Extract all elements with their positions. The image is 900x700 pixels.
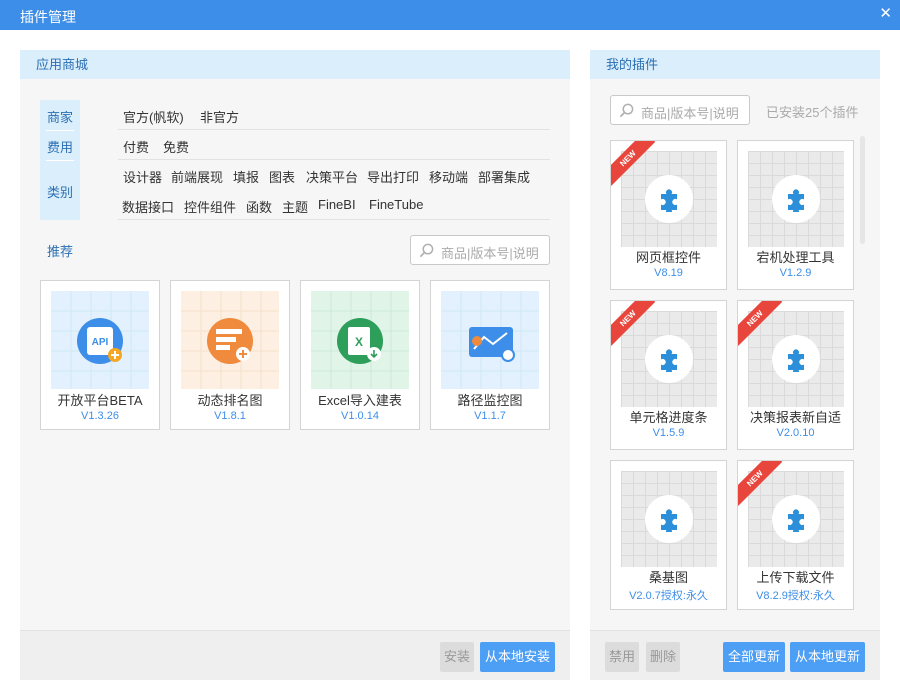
filter-option[interactable]: 导出打印 — [367, 167, 419, 186]
filter-option[interactable]: 决策平台 — [306, 167, 358, 186]
path-monitor-icon — [441, 291, 539, 389]
store-plugin-card[interactable]: X Excel导入建表 V1.0.14 — [300, 280, 420, 430]
close-icon[interactable]: ✕ — [879, 5, 892, 23]
search-placeholder: 商品|版本号|说明 — [441, 246, 539, 261]
plugin-thumbnail — [621, 311, 717, 407]
plugin-version: V2.0.10 — [776, 427, 815, 439]
store-footer: 安装 从本地安装 — [20, 630, 570, 680]
my-plugin-card[interactable]: 宕机处理工具 V1.2.9 — [737, 140, 854, 290]
plugin-version: V1.0.14 — [341, 410, 379, 422]
my-plugins-header: 我的插件 — [590, 50, 880, 79]
search-icon — [419, 243, 434, 258]
filter-option[interactable]: 非官方 — [200, 107, 239, 126]
filter-option[interactable]: 函数 — [246, 197, 272, 216]
plugin-version: V2.0.7授权:永久 — [629, 590, 708, 602]
plugin-name: 路径监控图 — [457, 393, 523, 408]
installed-count: 已安装25个插件 — [766, 105, 859, 120]
plugin-thumbnail — [621, 151, 717, 247]
fee-filter-row: 付费 免费 — [118, 130, 550, 160]
puzzle-icon — [783, 506, 809, 532]
plugin-version: V8.19 — [654, 267, 683, 279]
update-local-button[interactable]: 从本地更新 — [790, 642, 865, 672]
plugin-name: 开放平台BETA — [57, 393, 143, 408]
filter-category-label[interactable]: 类别 — [40, 182, 80, 201]
api-icon: API — [51, 291, 149, 389]
plugin-version: V1.2.9 — [779, 267, 812, 279]
my-plugin-card[interactable]: NEW 决策报表新自适 V2.0.10 — [737, 300, 854, 450]
filter-option[interactable]: 主题 — [282, 197, 308, 216]
my-plugin-card[interactable]: 桑基图 V2.0.7授权:永久 — [610, 460, 727, 610]
store-panel: 应用商城 商家 费用 类别 官方(帆软) 非官方 付费 免费 设计器 前端展现 … — [20, 50, 570, 680]
my-plugin-card[interactable]: NEW 网页框控件 V8.19 — [610, 140, 727, 290]
filter-option[interactable]: 前端展现 — [171, 167, 223, 186]
filter-option[interactable]: 移动端 — [429, 167, 468, 186]
recommend-label: 推荐 — [47, 244, 74, 259]
title-bar: 插件管理 ✕ — [0, 0, 900, 30]
filter-fee-label[interactable]: 费用 — [40, 137, 80, 156]
puzzle-icon — [783, 346, 809, 372]
my-plugin-card[interactable]: NEW 上传下载文件 V8.2.9授权:永久 — [737, 460, 854, 610]
install-local-button[interactable]: 从本地安装 — [480, 642, 555, 672]
plugin-thumbnail — [621, 471, 717, 567]
plugin-thumbnail — [748, 151, 844, 247]
puzzle-icon — [656, 506, 682, 532]
category-filter-row: 设计器 前端展现 填报 图表 决策平台 导出打印 移动端 部署集成 数据接口 控… — [118, 160, 550, 220]
scrollbar[interactable] — [860, 136, 865, 244]
update-all-button[interactable]: 全部更新 — [723, 642, 785, 672]
plugin-thumbnail — [748, 311, 844, 407]
puzzle-icon — [656, 186, 682, 212]
filter-divider — [46, 130, 74, 131]
delete-button[interactable]: 删除 — [646, 642, 680, 672]
filter-option[interactable]: 设计器 — [123, 167, 162, 186]
my-plugins-panel: 我的插件 商品|版本号|说明 NEW 网页框控件 V8.19 宕机处理工具 V1… — [590, 50, 880, 680]
filter-tabs: 商家 费用 类别 — [40, 100, 80, 220]
plugin-version: V1.8.1 — [214, 410, 246, 422]
filter-option[interactable]: 数据接口 — [122, 197, 174, 216]
plugin-name: Excel导入建表 — [318, 393, 402, 408]
my-plugins-footer: 禁用 删除 全部更新 从本地更新 — [590, 630, 880, 680]
plugin-thumbnail — [748, 471, 844, 567]
search-placeholder: 商品|版本号|说明 — [641, 106, 739, 121]
filter-option[interactable]: 免费 — [163, 137, 189, 156]
store-plugin-card[interactable]: API 开放平台BETA V1.3.26 — [40, 280, 160, 430]
puzzle-icon — [783, 186, 809, 212]
ranking-chart-icon — [181, 291, 279, 389]
plugin-name: 桑基图 — [648, 570, 688, 585]
plugin-version: V8.2.9授权:永久 — [756, 590, 835, 602]
window-title: 插件管理 — [20, 9, 76, 25]
merchant-filter-row: 官方(帆软) 非官方 — [118, 100, 550, 130]
filter-option[interactable]: 图表 — [269, 167, 295, 186]
filter-merchant-label[interactable]: 商家 — [40, 107, 80, 126]
plugin-name: 决策报表新自适 — [749, 410, 841, 425]
filter-option[interactable]: 付费 — [123, 137, 149, 156]
plugin-name: 动态排名图 — [197, 393, 263, 408]
store-header: 应用商城 — [20, 50, 570, 79]
filter-option[interactable]: 控件组件 — [184, 197, 236, 216]
excel-import-icon: X — [311, 291, 409, 389]
store-plugin-card[interactable]: 路径监控图 V1.1.7 — [430, 280, 550, 430]
filter-divider — [46, 160, 74, 161]
plugin-name: 网页框控件 — [635, 250, 701, 265]
puzzle-icon — [656, 346, 682, 372]
plugin-name: 单元格进度条 — [629, 410, 708, 425]
plugin-version: V1.3.26 — [81, 410, 119, 422]
my-plugins-search-input[interactable]: 商品|版本号|说明 — [610, 95, 750, 125]
plugin-name: 宕机处理工具 — [756, 250, 835, 265]
store-plugin-card[interactable]: 动态排名图 V1.8.1 — [170, 280, 290, 430]
filter-option[interactable]: 部署集成 — [478, 167, 530, 186]
store-search-input[interactable]: 商品|版本号|说明 — [410, 235, 550, 265]
search-icon — [619, 103, 634, 118]
plugin-name: 上传下载文件 — [756, 570, 835, 585]
my-plugin-card[interactable]: NEW 单元格进度条 V1.5.9 — [610, 300, 727, 450]
filter-option[interactable]: 官方(帆软) — [123, 107, 184, 126]
svg-text:API: API — [92, 337, 109, 348]
svg-text:X: X — [355, 335, 363, 349]
filter-option[interactable]: 填报 — [233, 167, 259, 186]
plugin-version: V1.1.7 — [474, 410, 506, 422]
install-button[interactable]: 安装 — [440, 642, 474, 672]
filter-option[interactable]: FineTube — [369, 197, 423, 212]
filter-option[interactable]: FineBI — [318, 197, 356, 212]
plugin-version: V1.5.9 — [652, 427, 685, 439]
disable-button[interactable]: 禁用 — [605, 642, 639, 672]
